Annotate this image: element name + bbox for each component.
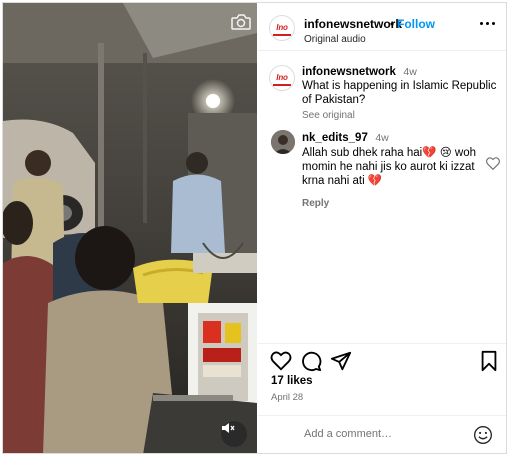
author-username[interactable]: infonewsnetwork — [304, 17, 402, 31]
post-video[interactable] — [3, 3, 257, 453]
author-avatar[interactable]: Ino — [269, 15, 295, 41]
commenter-photo — [271, 130, 295, 154]
caption-avatar[interactable]: Ino — [269, 65, 295, 91]
caption-text: What is happening in Islamic Republic of… — [302, 80, 497, 106]
likes-count[interactable]: 17 likes — [271, 375, 313, 387]
reply-button[interactable]: Reply — [302, 198, 482, 209]
caption-logo-text: Ino — [276, 73, 288, 82]
post-details-panel: Ino infonewsnetwork • Follow Original au… — [258, 3, 506, 453]
logo-underline — [273, 34, 291, 36]
header-separator: • — [390, 17, 395, 31]
camera-icon — [230, 12, 252, 32]
heart-icon[interactable] — [270, 350, 292, 372]
caption-block: infonewsnetwork 4w What is happening in … — [302, 64, 497, 121]
bookmark-icon[interactable] — [478, 350, 500, 372]
see-original-link[interactable]: See original — [302, 110, 497, 121]
audio-label[interactable]: Original audio — [304, 34, 366, 45]
video-frame-image — [3, 3, 257, 453]
speaker-muted-icon — [222, 423, 235, 433]
caption-username[interactable]: infonewsnetwork — [302, 66, 396, 78]
follow-button[interactable]: Follow — [397, 17, 435, 31]
mute-toggle-button[interactable] — [221, 421, 247, 447]
comment-time[interactable]: 4w — [375, 132, 388, 144]
comment-text: Allah sub dhek raha hai💔 😢 woh momin he … — [302, 147, 476, 187]
comment-block: nk_edits_97 4w Allah sub dhek raha hai💔 … — [302, 130, 482, 209]
comment-bar — [258, 415, 506, 453]
comment-input[interactable] — [304, 428, 464, 440]
post-header: Ino infonewsnetwork • Follow Original au… — [258, 3, 506, 51]
comment-username[interactable]: nk_edits_97 — [302, 132, 368, 144]
post-modal: Ino infonewsnetwork • Follow Original au… — [2, 2, 507, 454]
more-options-icon[interactable] — [480, 22, 498, 28]
commenter-avatar[interactable] — [271, 130, 295, 154]
logo-underline — [273, 84, 291, 86]
emoji-icon[interactable] — [473, 425, 493, 445]
comment-heart-icon[interactable] — [486, 157, 500, 171]
paper-plane-icon[interactable] — [330, 350, 352, 372]
post-date[interactable]: April 28 — [271, 392, 303, 403]
caption-time[interactable]: 4w — [403, 66, 416, 78]
comment-avatar-placeholder-icon — [273, 427, 291, 445]
post-actions — [258, 343, 506, 373]
comment-bubble-icon[interactable] — [300, 350, 322, 372]
author-logo-text: Ino — [276, 23, 288, 32]
